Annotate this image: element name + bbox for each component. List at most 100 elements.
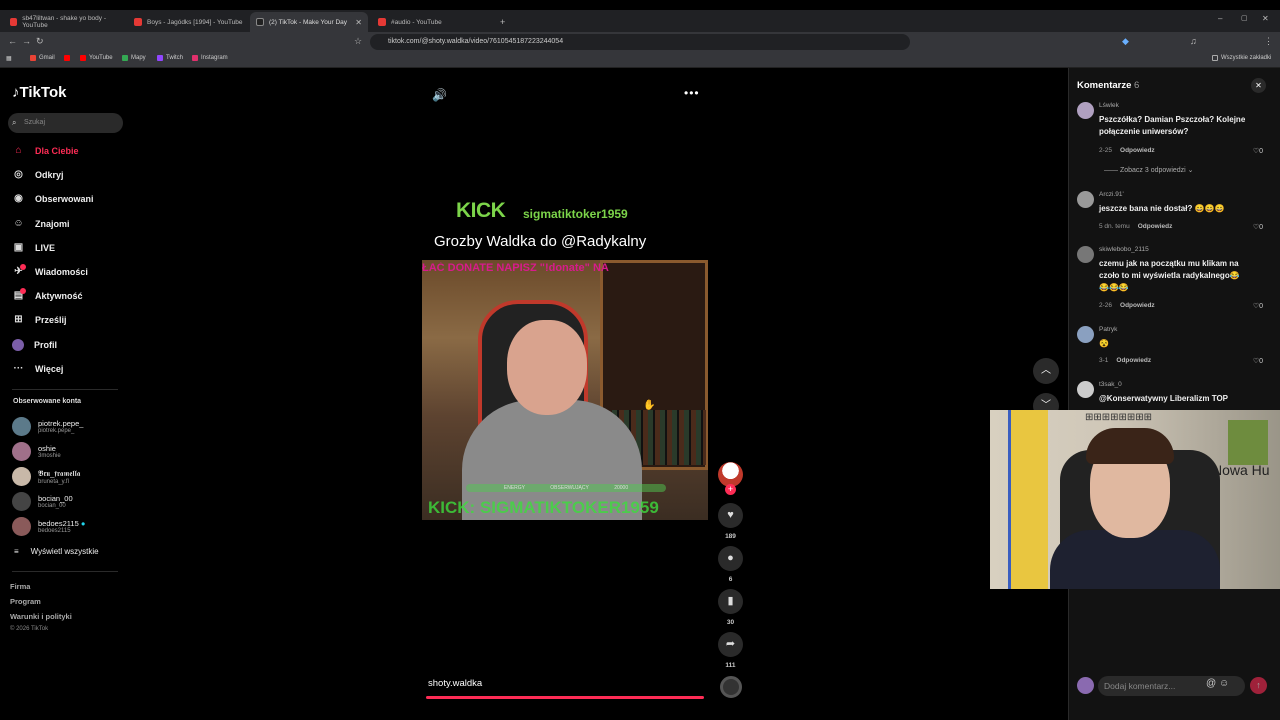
maximize-icon[interactable]: ▢ [1241, 14, 1248, 22]
reply-button[interactable]: Odpowiedz [1138, 223, 1173, 230]
nav-following[interactable]: ◉ Obserwowani [12, 193, 93, 204]
video-progress-bar[interactable] [426, 696, 704, 699]
comment-like-count: 0 [1259, 303, 1263, 310]
browser-tab[interactable]: sb47liltwan - shake yo body - YouTube [4, 12, 122, 32]
browser-tab[interactable]: #audio - YouTube [372, 12, 490, 32]
bookmark-icon: ▮ [727, 595, 734, 607]
share-button[interactable]: ➦ [718, 632, 743, 657]
avatar[interactable] [1077, 326, 1094, 343]
mention-icon[interactable]: @ [1206, 678, 1216, 689]
bookmark-maps[interactable]: Mapy [122, 55, 146, 61]
copyright: © 2026 TikTok [10, 626, 49, 632]
account-name: 𝕭𝖗𝖚_𝖋𝖗𝖆𝖒𝖊𝖑𝖑𝖆 [38, 468, 81, 478]
upload-icon: ⊞ [14, 314, 23, 325]
avatar[interactable] [1077, 102, 1094, 119]
menu-icon[interactable]: ⋮ [1264, 36, 1273, 47]
video-title: Grozby Waldka do @Radykalny [434, 233, 647, 250]
show-all-button[interactable]: ≡ Wyświetl wszystkie [14, 547, 99, 556]
followed-account[interactable]: piotrek.pepe_ piotrek.pepe_ [12, 417, 83, 436]
nav-for-you[interactable]: ⌂ Dla Ciebie [12, 145, 78, 156]
bookmark-twitch[interactable]: Twitch [157, 55, 183, 61]
new-tab-button[interactable]: + [494, 12, 510, 32]
forward-icon[interactable]: → [22, 36, 31, 46]
footer-link-program[interactable]: Program [10, 597, 41, 606]
comment-button[interactable]: ● [718, 546, 743, 571]
avatar[interactable] [1077, 246, 1094, 263]
avatar[interactable] [1077, 191, 1094, 208]
followed-account[interactable]: bocian_00 bocian_00 [12, 492, 73, 511]
bookmark-gmail[interactable]: Gmail [30, 55, 55, 61]
comment-date: 2-26 [1099, 302, 1113, 309]
browser-tab[interactable]: Boys - Jagódks [1994] - YouTube [128, 12, 246, 32]
webcam-overlay: ⊞⊞⊞⊞⊞⊞⊞⊞ Nowa Hu [990, 410, 1280, 589]
comment-icon: ● [727, 552, 734, 564]
volume-icon[interactable]: 🔊 [432, 88, 447, 102]
verified-icon: ● [80, 519, 86, 528]
bookmark-star-icon[interactable]: ☆ [354, 36, 362, 47]
comment-like-count: 0 [1259, 148, 1263, 155]
nav-upload[interactable]: ⊞ Prześlij [12, 314, 66, 325]
bookmark-youtube-icon-only[interactable] [64, 55, 70, 61]
followed-account[interactable]: 𝕭𝖗𝖚_𝖋𝖗𝖆𝖒𝖊𝖑𝖑𝖆 bruneta_y.fl [12, 467, 80, 486]
video-author[interactable]: shoty.waldka [428, 678, 482, 689]
notification-dot [20, 264, 26, 270]
followed-account[interactable]: oshie 3moshie [12, 442, 61, 461]
window-close-icon[interactable]: ✕ [1262, 14, 1269, 23]
minimize-icon[interactable]: – [1218, 14, 1222, 23]
nav-label: Odkryj [35, 169, 64, 180]
music-disc-icon[interactable] [720, 676, 742, 698]
comment-username[interactable]: t3sak_0 [1099, 381, 1122, 388]
footer-link-company[interactable]: Firma [10, 582, 30, 591]
nav-profile[interactable]: Profil [12, 339, 57, 351]
youtube-icon [80, 55, 86, 61]
footer-link-terms[interactable]: Warunki i polityki [10, 612, 72, 621]
share-icon: ➦ [725, 638, 736, 650]
bookmark-instagram[interactable]: Instagram [192, 55, 228, 61]
comment-username[interactable]: Lśwlek [1099, 102, 1119, 109]
nav-explore[interactable]: ◎ Odkryj [12, 169, 64, 180]
tiktok-logo[interactable]: ♪TikTok [12, 84, 66, 101]
back-icon[interactable]: ← [8, 36, 17, 46]
bookmark-youtube[interactable]: YouTube [80, 55, 113, 61]
emoji-icon[interactable]: ☺ [1219, 678, 1229, 689]
nav-label: LIVE [35, 242, 56, 253]
heart-icon: ♥ [727, 509, 734, 521]
avatar[interactable] [1077, 381, 1094, 398]
reload-icon[interactable]: ↻ [36, 36, 44, 47]
save-button[interactable]: ▮ [718, 589, 743, 614]
nav-live[interactable]: ▣ LIVE [12, 242, 55, 253]
twitch-icon [157, 55, 163, 61]
nav-friends[interactable]: ☺ Znajomi [12, 218, 69, 229]
all-bookmarks[interactable]: Wszystkie zakładki [1212, 55, 1271, 61]
instagram-icon [192, 55, 198, 61]
search-input[interactable]: Szukaj [8, 113, 123, 133]
address-bar[interactable]: tiktok.com/@shoty.waldka/video/761054518… [370, 34, 910, 50]
previous-video-button[interactable]: ︿ [1033, 358, 1059, 384]
browser-tab-active[interactable]: (2) TikTok - Make Your Day ✕ [250, 12, 368, 32]
follow-plus-icon[interactable]: + [725, 484, 736, 495]
comment-username[interactable]: Arczi.91' [1099, 191, 1124, 198]
close-comments-icon[interactable]: ✕ [1251, 78, 1266, 93]
extension-icon[interactable]: ◆ [1122, 36, 1129, 47]
comment-username[interactable]: skiwlebobo_2115 [1099, 246, 1149, 253]
send-comment-button[interactable]: ↑ [1250, 677, 1267, 694]
reply-button[interactable]: Odpowiedz [1120, 302, 1155, 309]
yellow-poster [1008, 410, 1048, 589]
close-tab-icon[interactable]: ✕ [355, 18, 362, 27]
like-button[interactable]: ♥ [718, 503, 743, 528]
view-replies-button[interactable]: —— Zobacz 3 odpowiedzi ⌄ [1104, 166, 1194, 174]
media-icon[interactable]: ♫ [1190, 36, 1197, 46]
video-player[interactable]: ŁAĆ DONATE NAPISZ "!donate" NA ENERGY OB… [422, 260, 708, 520]
comment-text: Pszczółka? Damian Pszczoła? Kolejne połą… [1099, 115, 1246, 136]
reply-button[interactable]: Odpowiedz [1120, 147, 1155, 154]
comment-username[interactable]: Patryk [1099, 326, 1117, 333]
youtube-favicon-icon [378, 18, 386, 26]
list-icon: ≡ [14, 547, 19, 556]
person-head [507, 320, 587, 415]
nav-more[interactable]: ··· Więcej [12, 363, 64, 374]
comment-text: 😵 [1099, 339, 1109, 348]
followed-account[interactable]: bedoes2115 ● bedoes2115 [12, 517, 85, 536]
more-options-icon[interactable]: ••• [684, 86, 700, 100]
apps-icon[interactable]: ▦ [6, 55, 12, 62]
reply-button[interactable]: Odpowiedz [1116, 357, 1151, 364]
